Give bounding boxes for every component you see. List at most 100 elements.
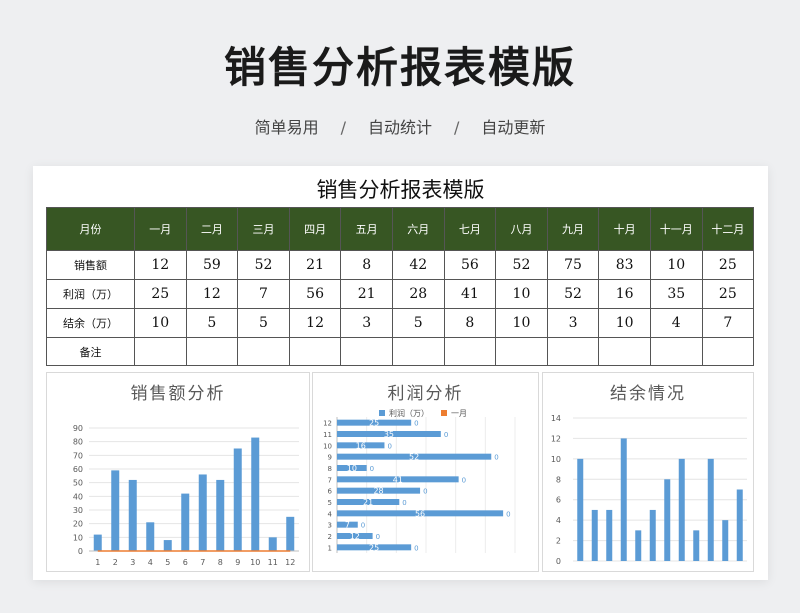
legend-swatch (441, 410, 447, 416)
y-tick-label: 3 (328, 522, 332, 530)
table-cell[interactable]: 4 (649, 308, 703, 338)
tag-easy: 简单易用 (254, 118, 319, 137)
table-cell[interactable] (495, 337, 548, 366)
y-tick-label: 10 (551, 455, 561, 464)
data-label: 0 (370, 465, 374, 473)
table-cell[interactable]: 21 (340, 279, 393, 309)
y-tick-label: 2 (328, 533, 332, 541)
bar (664, 479, 671, 561)
y-tick-label: 0 (78, 547, 83, 556)
bar (268, 537, 277, 551)
table-cell[interactable]: 42 (391, 250, 445, 280)
table-cell[interactable] (391, 337, 445, 366)
table-cell[interactable]: 52 (495, 250, 548, 280)
table-cell[interactable]: 41 (443, 279, 497, 309)
table-cell[interactable]: 83 (598, 250, 651, 280)
bar (251, 437, 260, 551)
table-cell[interactable]: 7 (701, 308, 755, 338)
table-cell[interactable]: 56 (443, 250, 497, 280)
x-tick-label: 1 (95, 558, 100, 567)
table-cell[interactable]: 12 (288, 308, 342, 338)
table-cell[interactable]: 16 (598, 279, 651, 309)
bar (128, 479, 137, 551)
table-cell[interactable] (237, 337, 290, 366)
table-cell[interactable]: 8 (443, 308, 497, 338)
table-cell[interactable]: 10 (649, 250, 703, 280)
data-label: 0 (402, 499, 406, 507)
y-tick-label: 10 (73, 533, 83, 542)
table-cell[interactable]: 52 (237, 250, 290, 280)
row-label: 利润（万） (46, 279, 135, 309)
bar (606, 509, 613, 561)
table-cell[interactable] (546, 337, 600, 366)
data-label: 16 (356, 441, 366, 450)
table-cell[interactable] (649, 337, 703, 366)
y-tick-label: 9 (328, 454, 332, 462)
column-header: 十一月 (649, 207, 703, 251)
table-cell[interactable]: 12 (185, 279, 239, 309)
y-tick-label: 90 (73, 424, 83, 433)
y-tick-label: 7 (328, 476, 332, 484)
x-tick-label: 10 (250, 558, 260, 567)
table-cell[interactable]: 25 (701, 279, 755, 309)
x-tick-label: 9 (235, 558, 240, 567)
table-cell[interactable] (288, 337, 342, 366)
bar (233, 448, 242, 551)
table-cell[interactable]: 21 (288, 250, 342, 280)
sales-chart: 销售额分析 0 10 20 30 40 50 60 70 80 90 1 2 3 4 5 6 7 8 9 10 11 12 (46, 372, 310, 572)
data-label: 21 (363, 498, 373, 507)
bar (591, 509, 598, 561)
data-label: 0 (414, 420, 418, 428)
bar (181, 493, 190, 551)
y-tick-label: 11 (323, 431, 332, 439)
table-cell[interactable]: 75 (546, 250, 600, 280)
bar (707, 458, 714, 561)
column-header-month: 月份 (46, 207, 135, 251)
table-cell[interactable] (701, 337, 755, 366)
table-cell[interactable] (443, 337, 497, 366)
x-tick-label: 8 (218, 558, 223, 567)
bar (678, 458, 685, 561)
y-tick-label: 5 (328, 499, 332, 507)
table-cell[interactable]: 28 (391, 279, 445, 309)
column-header: 二月 (185, 207, 239, 251)
table-cell[interactable]: 35 (649, 279, 703, 309)
table-cell[interactable]: 10 (495, 308, 548, 338)
data-label: 0 (462, 476, 466, 484)
table-cell[interactable]: 52 (546, 279, 600, 309)
table-cell[interactable]: 10 (495, 279, 548, 309)
x-tick-label: 7 (200, 558, 205, 567)
table-cell[interactable]: 7 (237, 279, 290, 309)
table-cell[interactable]: 12 (134, 250, 187, 280)
table-cell[interactable] (134, 337, 187, 366)
table-cell[interactable]: 10 (134, 308, 187, 338)
table-cell[interactable]: 5 (237, 308, 290, 338)
y-tick-label: 6 (328, 488, 333, 496)
table-cell[interactable]: 25 (134, 279, 187, 309)
bar (146, 522, 155, 551)
bar (736, 489, 743, 561)
y-tick-label: 30 (73, 506, 83, 515)
sales-chart-svg: 01020304050607080901 2 3 4 5 6 7 8 9 10 11 12 (73, 424, 299, 567)
balance-chart: 结余情况 0 2 4 6 8 10 12 14 (542, 372, 754, 572)
table-cell[interactable]: 10 (598, 308, 651, 338)
table-cell[interactable] (598, 337, 651, 366)
y-tick-label: 1 (328, 544, 332, 552)
data-label: 35 (384, 430, 394, 439)
y-tick-label: 4 (328, 510, 333, 518)
data-label: 7 (345, 521, 350, 530)
table-cell[interactable] (340, 337, 393, 366)
table-cell[interactable] (185, 337, 239, 366)
table-cell[interactable]: 59 (185, 250, 239, 280)
table-cell[interactable]: 3 (340, 308, 393, 338)
table-row: 销售额 12 59 52 21 8 42 56 52 75 83 10 25 (46, 250, 755, 280)
x-tick-label: 12 (285, 558, 295, 567)
table-cell[interactable]: 5 (391, 308, 445, 338)
table-cell[interactable]: 3 (546, 308, 600, 338)
tag-auto-stats: 自动统计 (367, 118, 432, 137)
table-cell[interactable]: 8 (340, 250, 393, 280)
bar (111, 470, 120, 551)
table-cell[interactable]: 56 (288, 279, 342, 309)
table-cell[interactable]: 5 (185, 308, 239, 338)
table-cell[interactable]: 25 (701, 250, 755, 280)
